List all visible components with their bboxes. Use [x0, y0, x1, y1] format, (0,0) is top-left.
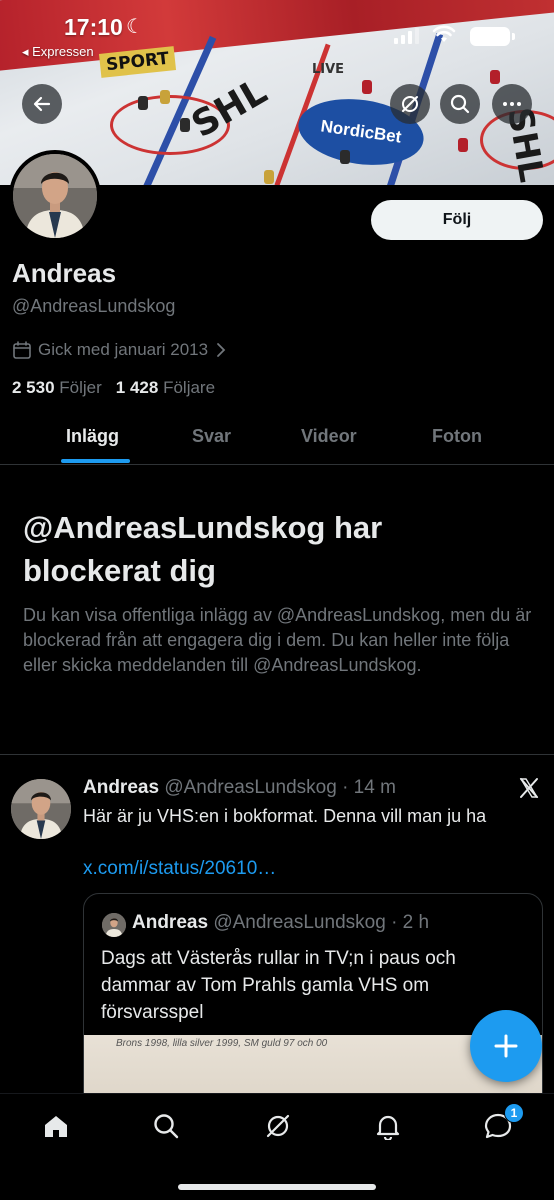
arrow-left-icon — [33, 96, 51, 112]
quoted-image-caption: Brons 1998, lilla silver 1999, SM guld 9… — [116, 1038, 328, 1049]
plus-icon — [494, 1034, 518, 1058]
player — [362, 80, 372, 94]
search-icon — [154, 1114, 179, 1139]
post-handle[interactable]: @AndreasLundskog — [164, 777, 336, 798]
live-text: LIVE — [312, 62, 345, 77]
quoted-avatar-photo — [102, 913, 126, 937]
moon-icon: ☾ — [126, 16, 144, 38]
tab-videos[interactable]: Videor — [301, 426, 357, 447]
player — [138, 96, 148, 110]
grok-icon — [402, 96, 418, 112]
followers-link[interactable]: 1 428 Följare — [116, 378, 215, 398]
tab-photos[interactable]: Foton — [432, 426, 482, 447]
post-avatar[interactable] — [11, 779, 71, 839]
grok-icon — [266, 1114, 290, 1138]
nav-grok[interactable] — [262, 1110, 294, 1142]
calendar-icon — [13, 341, 31, 359]
player — [490, 70, 500, 84]
quoted-text: Dags att Västerås rullar in TV;n i paus … — [101, 948, 456, 1023]
post-link[interactable]: x.com/i/status/20610… — [83, 858, 276, 880]
active-tab-indicator — [61, 459, 130, 463]
following-count: 2 530 — [12, 378, 55, 397]
wifi-icon — [432, 25, 456, 42]
follow-button[interactable]: Följ — [371, 200, 543, 240]
followers-label: Följare — [163, 378, 216, 397]
divider — [0, 754, 554, 755]
back-button[interactable] — [22, 84, 62, 124]
profile-handle: @AndreasLundskog — [12, 296, 176, 316]
post-author[interactable]: Andreas — [83, 777, 159, 798]
shl-logo: SHL — [185, 70, 274, 147]
battery-icon — [470, 27, 515, 46]
profile-tabs: Inlägg Svar Videor Foton — [0, 412, 554, 465]
joined-date[interactable]: Gick med januari 2013 — [12, 340, 228, 360]
more-button[interactable] — [492, 84, 532, 124]
status-time: 17:10 — [64, 14, 123, 40]
search-button[interactable] — [440, 84, 480, 124]
status-bar: 17:10 ☾ ◂ Expressen — [0, 0, 554, 62]
back-to-app-link[interactable]: ◂ Expressen — [22, 44, 94, 60]
player — [180, 118, 190, 132]
blocked-title: @AndreasLundskog har blockerat dig — [23, 510, 383, 588]
tab-posts[interactable]: Inlägg — [66, 426, 119, 447]
home-icon — [45, 1116, 67, 1137]
cellular-signal-icon — [394, 28, 419, 44]
search-icon — [450, 94, 470, 114]
quoted-author: Andreas — [132, 912, 209, 933]
blocked-description: Du kan visa offentliga inlägg av @Andrea… — [23, 605, 532, 675]
player — [340, 150, 350, 164]
player — [264, 170, 274, 184]
following-link[interactable]: 2 530 Följer — [12, 378, 102, 398]
player — [458, 138, 468, 152]
post-time: · 14 m — [342, 777, 396, 798]
avatar-photo — [13, 154, 97, 238]
avatar[interactable] — [9, 150, 101, 242]
chevron-right-icon — [217, 343, 226, 357]
notifications-icon — [376, 1115, 400, 1140]
profile-name: Andreas — [12, 258, 117, 288]
quoted-time: · 2 h — [391, 912, 430, 933]
joined-text: Gick med januari 2013 — [38, 340, 209, 359]
nav-notifications[interactable] — [372, 1110, 404, 1142]
post-header: Andreas @AndreasLundskog · 14 m — [83, 777, 396, 799]
grok-button[interactable] — [390, 84, 430, 124]
post-text: Här är ju VHS:en i bokformat. Denna vill… — [83, 806, 487, 826]
home-indicator — [178, 1184, 376, 1190]
more-icon — [503, 102, 521, 106]
nav-home[interactable] — [40, 1110, 72, 1142]
player — [160, 90, 170, 104]
tab-replies[interactable]: Svar — [192, 426, 231, 447]
x-logo-icon — [519, 778, 539, 798]
quoted-header: Andreas @AndreasLundskog · 2 h — [132, 912, 429, 934]
messages-badge: 1 — [504, 1103, 524, 1123]
quoted-handle: @AndreasLundskog — [213, 912, 386, 933]
quoted-avatar — [102, 913, 126, 937]
followers-count: 1 428 — [115, 378, 159, 397]
follow-counts: 2 530 Följer 1 428 Följare — [12, 378, 215, 398]
nav-search[interactable] — [150, 1110, 182, 1142]
post-avatar-photo — [11, 779, 71, 839]
compose-button[interactable] — [470, 1010, 542, 1082]
following-label: Följer — [59, 378, 102, 397]
